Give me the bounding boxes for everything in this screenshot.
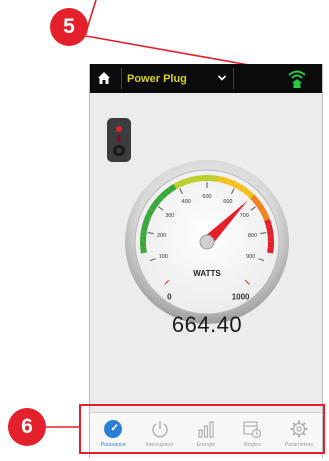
tab-label: Paramètres [284, 442, 314, 448]
gauge-arc-segment [267, 230, 274, 237]
gauge-hub [199, 234, 215, 250]
tab-regles[interactable]: Règles [229, 413, 275, 458]
gauge-tick-label: 800 [248, 233, 257, 239]
gauge-arc-segment [189, 176, 197, 184]
device-selector[interactable]: Power Plug [121, 68, 234, 89]
gauge-unit-label: WATTS [193, 269, 221, 278]
gauge-arc-segment [267, 247, 274, 254]
gauge-arc-segment [241, 187, 251, 196]
gauge-reading: 664.40 [171, 312, 243, 337]
gauge-arc-segment [146, 208, 155, 217]
tab-interrupteur[interactable]: Interrupteur [136, 413, 182, 458]
gauge-arc-segment [250, 194, 259, 203]
gauge-tick-label: 0 [167, 293, 172, 302]
gear-icon [290, 420, 308, 438]
gauge-arc-segment [253, 198, 262, 207]
phone-screen: Power Plug 0 100 200 300 400 500 600 700… [89, 64, 323, 458]
gauge-arc-segment [155, 194, 164, 203]
plug-glyph [113, 126, 125, 156]
tab-parametres[interactable]: Paramètres [276, 413, 322, 458]
gauge-arc-segment [168, 183, 177, 193]
tab-puissance[interactable]: Puissance [90, 413, 136, 458]
gauge-arc-segment [222, 177, 230, 185]
device-name: Power Plug [127, 72, 187, 85]
callout-5-badge: 5 [50, 8, 88, 46]
bar-chart-icon [198, 421, 214, 438]
chevron-down-icon [217, 75, 227, 81]
gauge-tick-label: 300 [165, 213, 174, 219]
home-icon[interactable] [96, 70, 112, 86]
gauge-arc-segment [173, 181, 182, 190]
gauge-arc-segment [140, 247, 147, 254]
gauge-arc-segment [149, 203, 158, 212]
gauge-arc-segment [159, 190, 168, 199]
gauge-arc-segment [195, 175, 202, 182]
tab-label: Energie [196, 442, 216, 448]
power-icon [151, 421, 168, 438]
top-bar: Power Plug [90, 64, 322, 93]
gauge-arc-segment [152, 198, 161, 207]
callout-6-badge: 6 [8, 408, 46, 446]
gauge-arc-segment [212, 175, 219, 182]
tab-bar: Puissance Interrupteur Energie Règles Pa… [90, 412, 322, 458]
gauge-arc-segment [217, 176, 225, 184]
calendar-rules-icon [243, 421, 262, 439]
gauge-icon [104, 420, 123, 438]
wifi-status-icon[interactable] [286, 67, 308, 89]
tab-energie[interactable]: Energie [183, 413, 229, 458]
gauge-arc-segment [264, 219, 272, 227]
plug-device-icon[interactable] [107, 118, 131, 162]
gauge-arc-segment [265, 224, 273, 232]
gauge-arc-segment [237, 183, 246, 193]
tab-label: Interrupteur [145, 442, 174, 448]
gauge-tick-label: 200 [157, 233, 166, 239]
gauge-tick-label: 100 [159, 254, 168, 260]
gauge-arc-segment [144, 213, 152, 222]
gauge-arc-segment [140, 230, 147, 237]
gauge-arc-segment [163, 187, 173, 196]
gauge-arc-segment [178, 179, 187, 187]
gauge-arc-segment [232, 181, 241, 190]
gauge-arc-segment [141, 224, 149, 232]
gauge-arc-segment [256, 203, 265, 212]
gauge-arc-segment [142, 219, 150, 227]
tab-label: Règles [243, 442, 261, 448]
gauge-arc-segment [262, 213, 270, 222]
gauge-arc-segment [227, 179, 236, 187]
callout-6-label: 6 [21, 415, 33, 438]
power-gauge: 0 100 200 300 400 500 600 700 800 900 1000 [125, 160, 289, 324]
gauge-tick-label: 900 [246, 254, 255, 260]
gauge-arc-segment [259, 208, 268, 217]
tab-label: Puissance [100, 442, 126, 448]
callout-5-label: 5 [63, 15, 75, 38]
gauge-arc-segment [184, 177, 192, 185]
gauge-tick-label: 1000 [232, 293, 250, 302]
gauge-tick-label: 500 [202, 194, 211, 200]
gauge-arc-segment [246, 190, 255, 199]
gauge-tick-label: 400 [182, 199, 191, 205]
gauge-tick-label: 600 [223, 199, 232, 205]
gauge-tick-label: 700 [240, 213, 249, 219]
